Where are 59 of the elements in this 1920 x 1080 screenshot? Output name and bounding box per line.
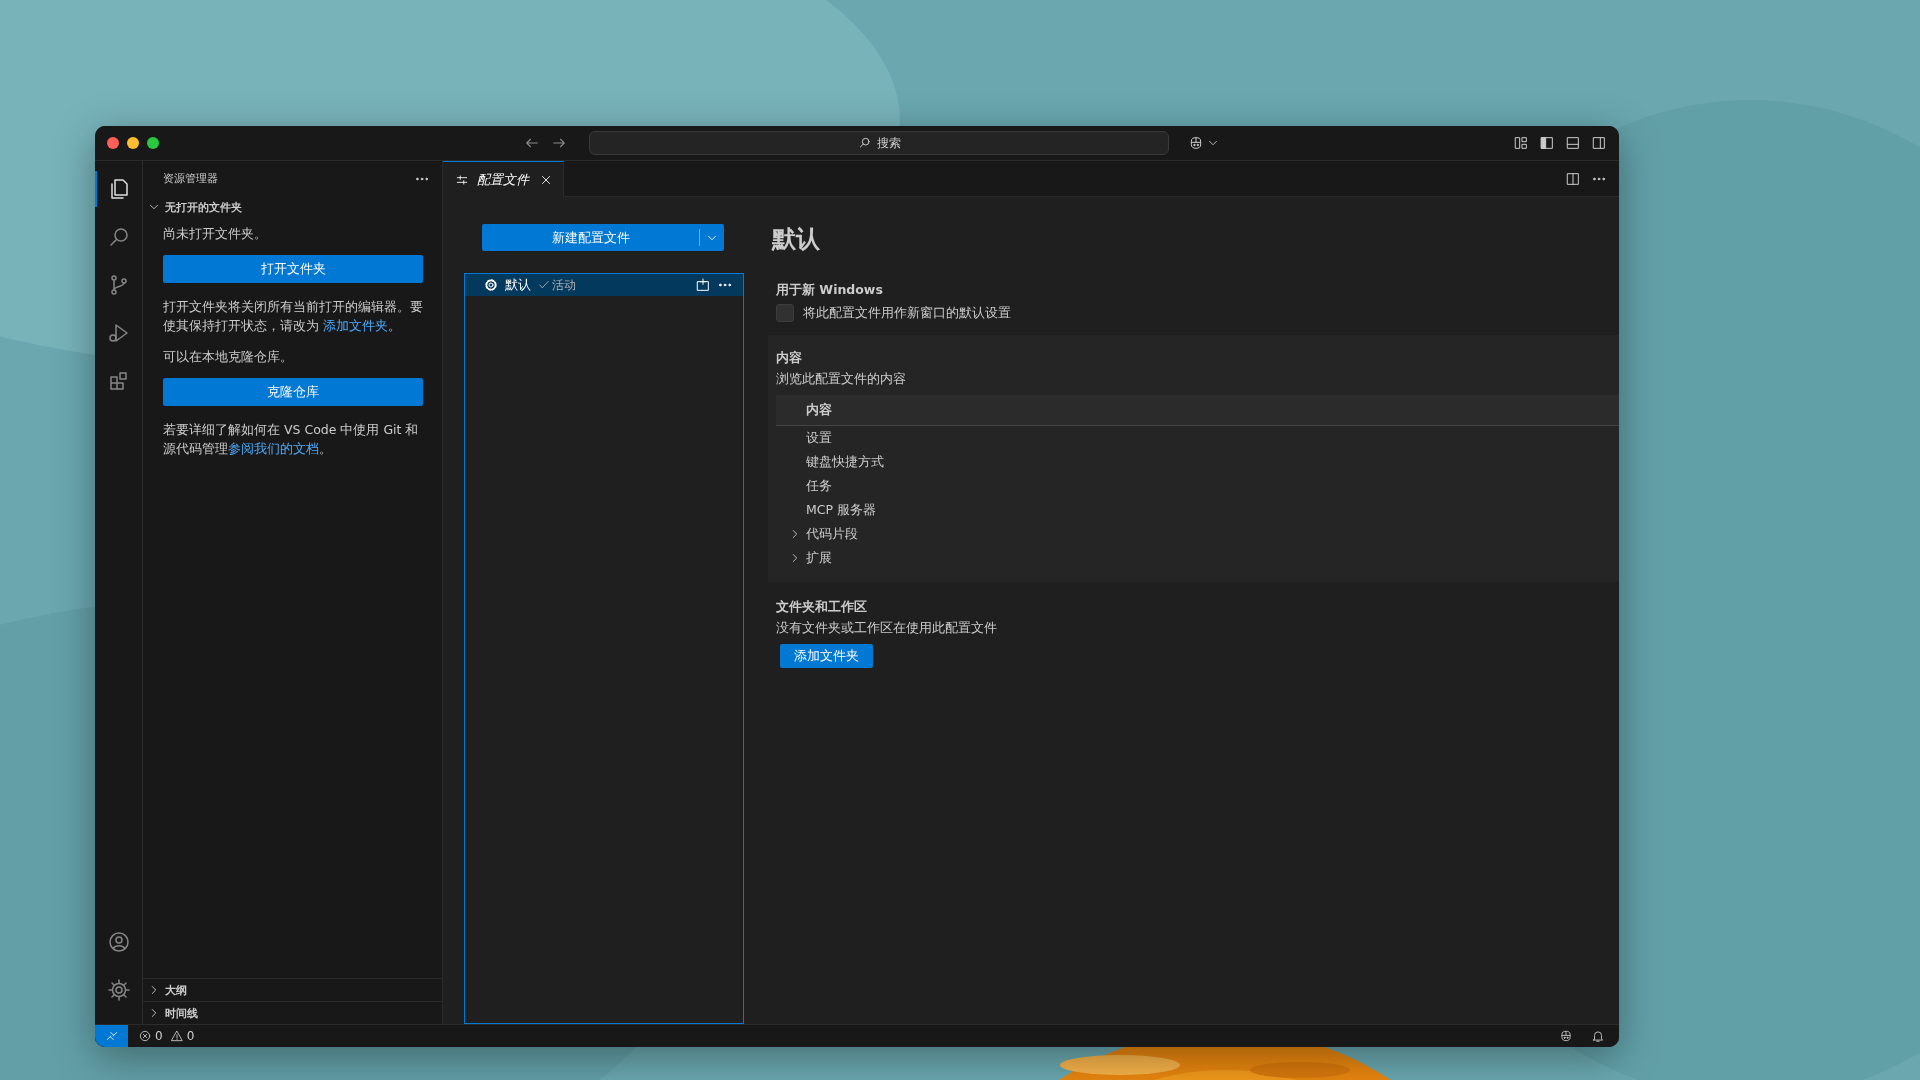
- settings-icon[interactable]: [106, 978, 131, 1002]
- open-button[interactable]: 打开文件夹: [163, 255, 423, 283]
- zoom-button[interactable]: [147, 137, 159, 149]
- search-field[interactable]: 搜索: [589, 131, 1169, 155]
- layout-icon[interactable]: [1513, 135, 1529, 151]
- account-icon[interactable]: [106, 930, 131, 954]
- tree-row[interactable]: 扩展: [776, 546, 1619, 570]
- table-header: 内容: [776, 395, 1619, 426]
- close-button[interactable]: [107, 137, 119, 149]
- tree-row[interactable]: MCP 服务器: [776, 498, 1619, 522]
- editor-tab[interactable]: 配置文件: [443, 161, 564, 197]
- profile-item[interactable]: 默认 活动: [465, 274, 743, 296]
- tree-row[interactable]: 设置: [776, 426, 1619, 450]
- sidebar-toggle-icon[interactable]: [1539, 135, 1555, 151]
- profile-title: 默认: [772, 224, 821, 255]
- checkbox-label: 将此配置文件用作新窗口的默认设置: [803, 304, 1011, 322]
- bell-icon[interactable]: [1591, 1029, 1605, 1043]
- tree-row[interactable]: 代码片段: [776, 522, 1619, 546]
- search-placeholder: 搜索: [877, 134, 901, 152]
- section-title: 内容: [776, 349, 803, 367]
- tree-row[interactable]: 键盘快捷方式: [776, 450, 1619, 474]
- section-title: 文件夹和工作区: [776, 598, 868, 616]
- checkbox[interactable]: [776, 304, 794, 322]
- minimize-button[interactable]: [127, 137, 139, 149]
- pane-header[interactable]: 大纲: [143, 978, 442, 1001]
- paragraph: 打开文件夹将关闭所有当前打开的编辑器。要使其保持打开状态，请改为 添加文件夹。: [163, 298, 424, 335]
- profile-name: 默认: [505, 276, 531, 294]
- copilot-menu-button[interactable]: [1188, 135, 1220, 151]
- link[interactable]: 参阅我们的文档: [228, 441, 319, 456]
- active-label: 活动: [552, 277, 576, 293]
- warning-icon: [169, 1029, 184, 1043]
- paragraph: 若要详细了解如何在 VS Code 中使用 Git 和源代码管理参阅我们的文档。: [163, 421, 420, 458]
- link[interactable]: 添加文件夹: [323, 318, 388, 333]
- new-profile-button[interactable]: 新建配置文件: [482, 224, 724, 251]
- play-bug-icon[interactable]: [106, 321, 131, 345]
- error-icon: [138, 1029, 152, 1043]
- gear-icon: [483, 277, 499, 293]
- sidebar-title: 资源管理器: [163, 171, 218, 186]
- active-indicator: [95, 171, 97, 207]
- paragraph: 尚未打开文件夹。: [163, 225, 268, 243]
- split-editor-icon[interactable]: [1565, 170, 1581, 187]
- search-icon: [857, 135, 873, 151]
- problems-button[interactable]: 0 0: [128, 1029, 199, 1043]
- tab-label: 配置文件: [477, 170, 531, 189]
- add-folder-button[interactable]: 添加文件夹: [780, 644, 873, 668]
- open-button[interactable]: 克隆仓库: [163, 378, 423, 406]
- section-header[interactable]: 无打开的文件夹: [143, 196, 442, 218]
- section-description: 浏览此配置文件的内容: [776, 370, 907, 388]
- copilot-icon: [1188, 135, 1204, 151]
- copilot-icon[interactable]: [1559, 1029, 1573, 1043]
- sliders-icon: [455, 172, 469, 187]
- section-title: 用于新 Windows: [776, 281, 884, 299]
- paragraph: 可以在本地克隆仓库。: [163, 348, 294, 366]
- tree-row[interactable]: 任务: [776, 474, 1619, 498]
- section-description: 没有文件夹或工作区在使用此配置文件: [776, 619, 998, 637]
- remote-icon: [104, 1029, 119, 1043]
- panel-toggle-icon[interactable]: [1565, 135, 1581, 151]
- new-window-icon[interactable]: [695, 277, 711, 293]
- secondary-sidebar-icon[interactable]: [1591, 135, 1607, 151]
